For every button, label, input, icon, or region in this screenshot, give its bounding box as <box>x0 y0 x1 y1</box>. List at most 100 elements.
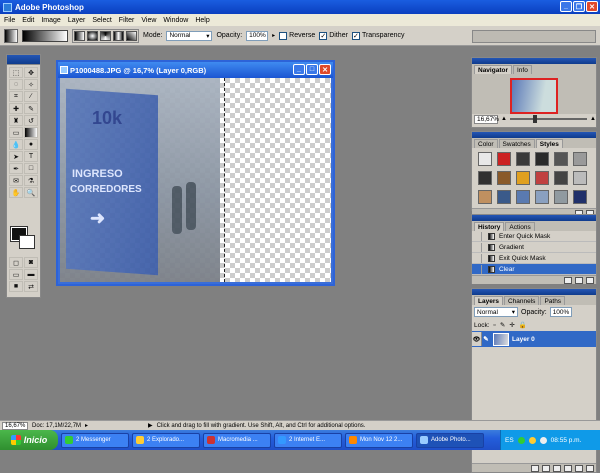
menu-select[interactable]: Select <box>92 17 111 24</box>
style-swatch[interactable] <box>497 152 511 166</box>
magic-wand-tool-icon[interactable]: ✧ <box>24 79 38 90</box>
menu-image[interactable]: Image <box>41 17 60 24</box>
navigator-view-box[interactable] <box>510 78 558 114</box>
screen-mode-full-icon[interactable]: ▬ <box>24 269 38 280</box>
zoom-in-icon[interactable]: ▲ <box>590 116 596 122</box>
status-zoom-field[interactable]: 16,67% <box>2 421 28 430</box>
style-swatch[interactable] <box>573 171 587 185</box>
gradient-tool-preset-icon[interactable] <box>4 28 18 43</box>
menu-help[interactable]: Help <box>195 17 209 24</box>
tab-navigator[interactable]: Navigator <box>474 65 512 74</box>
volume-tray-icon[interactable] <box>539 436 547 444</box>
delete-layer-icon[interactable] <box>586 464 594 472</box>
marquee-tool-icon[interactable]: ⬚ <box>9 67 23 78</box>
menu-edit[interactable]: Edit <box>22 17 34 24</box>
lasso-tool-icon[interactable]: ◌ <box>9 79 23 90</box>
doc-minimize-button[interactable]: _ <box>293 64 305 75</box>
blur-tool-icon[interactable]: 💧 <box>9 139 23 150</box>
toolbox-header[interactable] <box>7 55 40 65</box>
eyedropper-tool-icon[interactable]: ⚗ <box>24 175 38 186</box>
style-swatch[interactable] <box>478 171 492 185</box>
new-set-icon[interactable] <box>553 464 561 472</box>
radial-gradient-icon[interactable] <box>87 30 98 41</box>
history-brush-tool-icon[interactable]: ↺ <box>24 115 38 126</box>
linear-gradient-icon[interactable] <box>74 30 85 41</box>
lock-image-icon[interactable]: ✎ <box>500 321 505 329</box>
network-tray-icon[interactable] <box>528 436 536 444</box>
tab-layers[interactable]: Layers <box>474 296 503 305</box>
start-button[interactable]: Inicio <box>0 430 58 450</box>
history-item[interactable]: Exit Quick Mask <box>472 253 596 264</box>
shape-tool-icon[interactable]: □ <box>24 163 38 174</box>
style-swatch[interactable] <box>554 190 568 204</box>
tab-swatches[interactable]: Swatches <box>498 139 535 148</box>
opacity-field[interactable]: 100% <box>246 30 269 41</box>
screen-mode-standard-icon[interactable]: ▭ <box>9 269 23 280</box>
dodge-tool-icon[interactable]: ● <box>24 139 38 150</box>
navigator-preview[interactable] <box>472 74 596 114</box>
style-swatch[interactable] <box>535 190 549 204</box>
style-swatch[interactable] <box>478 190 492 204</box>
lock-all-icon[interactable]: 🔒 <box>519 321 527 329</box>
style-swatch[interactable] <box>516 171 530 185</box>
task-explorer[interactable]: 2 Explorado... <box>132 432 200 448</box>
style-swatch[interactable] <box>497 171 511 185</box>
palette-well[interactable] <box>472 30 596 43</box>
brush-tool-icon[interactable]: ✎ <box>24 103 38 114</box>
history-item-selected[interactable]: Clear <box>472 264 596 275</box>
menu-window[interactable]: Window <box>163 17 188 24</box>
task-photoshop[interactable]: Adobe Photo... <box>416 432 484 448</box>
document-titlebar[interactable]: P1000488.JPG @ 16,7% (Layer 0,RGB) _ □ ✕ <box>58 62 333 78</box>
style-swatch[interactable] <box>497 190 511 204</box>
history-item[interactable]: Enter Quick Mask <box>472 231 596 242</box>
layer-row-selected[interactable]: 👁 ✎ Layer 0 <box>472 331 596 347</box>
path-selection-tool-icon[interactable]: ➤ <box>9 151 23 162</box>
gradient-picker[interactable] <box>22 29 68 42</box>
close-button[interactable]: ✕ <box>586 1 598 12</box>
diamond-gradient-icon[interactable] <box>126 30 137 41</box>
new-layer-icon[interactable] <box>575 464 583 472</box>
tab-info[interactable]: Info <box>512 65 532 74</box>
eraser-tool-icon[interactable]: ▭ <box>9 127 23 138</box>
task-messenger[interactable]: 2 Messenger <box>61 432 129 448</box>
lock-transparency-icon[interactable]: ▫ <box>494 322 496 329</box>
style-swatch[interactable] <box>573 152 587 166</box>
new-document-icon[interactable] <box>564 276 572 284</box>
tab-color[interactable]: Color <box>474 139 498 148</box>
tab-channels[interactable]: Channels <box>503 296 540 305</box>
document-canvas[interactable]: 10k INGRESO CORREDORES ➜ <box>60 78 331 282</box>
menu-file[interactable]: File <box>4 17 15 24</box>
dither-checkbox[interactable]: ✓ Dither <box>319 31 348 40</box>
doc-maximize-button[interactable]: □ <box>306 64 318 75</box>
history-item[interactable]: Gradient <box>472 242 596 253</box>
language-indicator[interactable]: ES <box>505 437 514 444</box>
healing-brush-tool-icon[interactable]: ✚ <box>9 103 23 114</box>
adjustment-layer-icon[interactable] <box>564 464 572 472</box>
menu-layer[interactable]: Layer <box>68 17 86 24</box>
slice-tool-icon[interactable]: ∕ <box>24 91 38 102</box>
menu-filter[interactable]: Filter <box>119 17 135 24</box>
tab-history[interactable]: History <box>474 222 505 231</box>
navigator-zoom-slider[interactable] <box>509 115 588 123</box>
style-swatch[interactable] <box>516 152 530 166</box>
doc-close-button[interactable]: ✕ <box>319 64 331 75</box>
style-swatch[interactable] <box>554 171 568 185</box>
restore-button[interactable]: ❐ <box>573 1 585 12</box>
gradient-tool-icon[interactable] <box>24 127 38 138</box>
task-firefox[interactable]: Mon Nov 12 2... <box>345 432 413 448</box>
angle-gradient-icon[interactable] <box>100 30 111 41</box>
jump-to-imageready-icon[interactable]: ⇄ <box>24 281 38 292</box>
menu-view[interactable]: View <box>141 17 156 24</box>
opacity-arrow-icon[interactable]: ▸ <box>272 32 275 39</box>
style-swatch[interactable] <box>516 190 530 204</box>
style-swatch[interactable] <box>573 190 587 204</box>
status-arrow-icon[interactable]: ▸ <box>85 422 88 429</box>
eye-icon[interactable]: 👁 <box>472 332 482 346</box>
standard-mode-icon[interactable]: ◻ <box>9 257 23 268</box>
navigator-zoom-field[interactable]: 16,67% <box>474 114 499 124</box>
clone-stamp-tool-icon[interactable]: ♜ <box>9 115 23 126</box>
notes-tool-icon[interactable]: ✉ <box>9 175 23 186</box>
style-swatch[interactable] <box>535 152 549 166</box>
layer-mask-icon[interactable] <box>542 464 550 472</box>
messenger-tray-icon[interactable] <box>517 436 525 444</box>
